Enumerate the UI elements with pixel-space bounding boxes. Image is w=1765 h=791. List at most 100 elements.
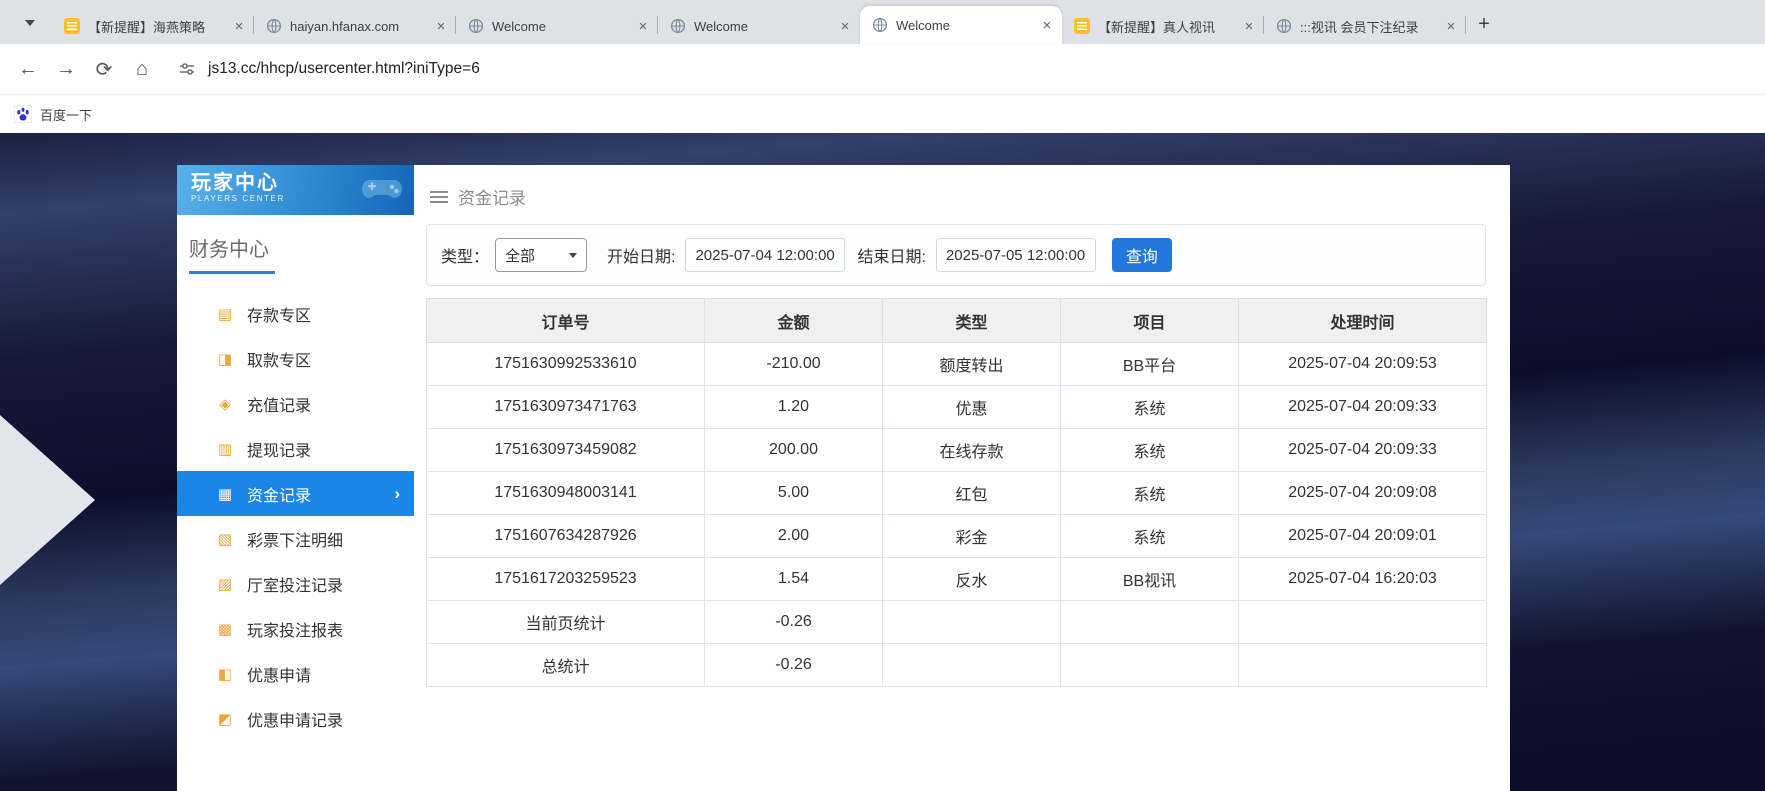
end-date-label: 结束日期:: [857, 243, 925, 267]
chevron-down-icon: [25, 20, 35, 26]
hall-bet-icon: ▨: [215, 575, 235, 593]
page-header: 资金记录: [426, 165, 1487, 224]
deposit-icon: ▤: [215, 305, 235, 323]
close-icon[interactable]: ×: [836, 17, 854, 35]
globe-icon: [872, 17, 888, 33]
start-date-input[interactable]: [685, 238, 845, 272]
tab-search-button[interactable]: [16, 9, 44, 37]
cell-type: 彩金: [883, 515, 1061, 558]
bookmark-label: 百度一下: [40, 105, 92, 124]
tab-2[interactable]: haiyan.hfanax.com ×: [254, 8, 456, 44]
cell-item: 系统: [1061, 429, 1239, 472]
cell-time: 2025-07-04 16:20:03: [1239, 558, 1487, 601]
cell-amount: 1.20: [705, 386, 883, 429]
sidebar-item-label: 存款专区: [247, 302, 311, 326]
cell-order-id: 1751630992533610: [427, 343, 705, 386]
query-button[interactable]: 查询: [1112, 238, 1172, 272]
tab-label: Welcome: [492, 19, 626, 34]
cell-order-id: 1751630948003141: [427, 472, 705, 515]
tab-4[interactable]: Welcome ×: [658, 8, 860, 44]
col-item: 项目: [1061, 299, 1239, 343]
sidebar-item-label: 优惠申请: [247, 662, 311, 686]
lottery-bet-icon: ▧: [215, 530, 235, 548]
address-bar[interactable]: js13.cc/hhcp/usercenter.html?iniType=6: [178, 51, 1755, 87]
cell-type: 优惠: [883, 386, 1061, 429]
page-background: 玩家中心 PLAYERS CENTER 财务中心 ▤ 存款专区 ◨ 取款专区 ◈…: [0, 133, 1765, 791]
yellow-message-icon: [64, 18, 80, 34]
cell-amount: -0.26: [705, 601, 883, 644]
close-icon[interactable]: ×: [634, 17, 652, 35]
table-row: 1751607634287926 2.00 彩金 系统 2025-07-04 2…: [427, 515, 1487, 558]
reload-button[interactable]: ⟳: [86, 51, 122, 87]
sidebar-item-label: 取款专区: [247, 347, 311, 371]
select-chevron-icon: [569, 253, 577, 258]
cell-amount: 5.00: [705, 472, 883, 515]
bookmark-baidu[interactable]: 百度一下: [14, 105, 92, 124]
type-label: 类型：: [441, 243, 489, 267]
hamburger-icon: [430, 190, 448, 204]
cell-time: 2025-07-04 20:09:08: [1239, 472, 1487, 515]
site-info-icon[interactable]: [178, 60, 196, 78]
sidebar-item-label: 资金记录: [247, 482, 311, 506]
close-icon[interactable]: ×: [230, 17, 248, 35]
start-date-label: 开始日期:: [607, 243, 675, 267]
forward-button[interactable]: →: [48, 51, 84, 87]
tab-5-active[interactable]: Welcome ×: [860, 6, 1062, 44]
content-panel: 玩家中心 PLAYERS CENTER 财务中心 ▤ 存款专区 ◨ 取款专区 ◈…: [177, 165, 1510, 791]
bookmarks-bar: 百度一下: [0, 94, 1765, 133]
col-amount: 金额: [705, 299, 883, 343]
tab-6[interactable]: 【新提醒】真人视讯 ×: [1062, 8, 1264, 44]
sidebar-item-label: 玩家投注报表: [247, 617, 343, 641]
yellow-message-icon: [1074, 18, 1090, 34]
close-icon[interactable]: ×: [1442, 17, 1460, 35]
cell-amount: 2.00: [705, 515, 883, 558]
tab-label: Welcome: [694, 19, 828, 34]
sidebar-item-withdraw-zone[interactable]: ◨ 取款专区: [177, 336, 414, 381]
cell-item: [1061, 644, 1239, 687]
new-tab-button[interactable]: +: [1470, 10, 1498, 38]
cell-time: 2025-07-04 20:09:33: [1239, 429, 1487, 472]
sidebar-item-promo-apply[interactable]: ◧ 优惠申请: [177, 651, 414, 696]
end-date-input[interactable]: [936, 238, 1096, 272]
cell-amount: -0.26: [705, 644, 883, 687]
sidebar-item-promo-records[interactable]: ◩ 优惠申请记录: [177, 696, 414, 741]
table-row-grand-total: 总统计 -0.26: [427, 644, 1487, 687]
type-select[interactable]: 全部: [495, 238, 587, 272]
sidebar-item-label: 提现记录: [247, 437, 311, 461]
sidebar-item-label: 彩票下注明细: [247, 527, 343, 551]
tab-label: :::视讯 会员下注纪录: [1300, 17, 1434, 36]
cell-item: 系统: [1061, 472, 1239, 515]
cell-time: [1239, 644, 1487, 687]
cell-type: [883, 601, 1061, 644]
cell-order-id: 1751607634287926: [427, 515, 705, 558]
tab-7[interactable]: :::视讯 会员下注纪录 ×: [1264, 8, 1466, 44]
sidebar-item-recharge-records[interactable]: ◈ 充值记录: [177, 381, 414, 426]
sidebar-item-fund-records[interactable]: ▦ 资金记录 ›: [177, 471, 414, 516]
sidebar: 玩家中心 PLAYERS CENTER 财务中心 ▤ 存款专区 ◨ 取款专区 ◈…: [177, 165, 414, 791]
cell-order-id: 1751630973459082: [427, 429, 705, 472]
tab-label: 【新提醒】真人视讯: [1098, 17, 1232, 36]
tab-label: haiyan.hfanax.com: [290, 19, 424, 34]
home-button[interactable]: ⌂: [124, 51, 160, 87]
sidebar-item-hall-bet-records[interactable]: ▨ 厅室投注记录: [177, 561, 414, 606]
table-row-page-total: 当前页统计 -0.26: [427, 601, 1487, 644]
cell-type: 在线存款: [883, 429, 1061, 472]
sidebar-item-lottery-bet-details[interactable]: ▧ 彩票下注明细: [177, 516, 414, 561]
col-type: 类型: [883, 299, 1061, 343]
tab-1[interactable]: 【新提醒】海燕策略 ×: [52, 8, 254, 44]
main-content: 资金记录 类型： 全部 开始日期: 结束日期: 查询 订单号: [414, 165, 1511, 791]
close-icon[interactable]: ×: [1240, 17, 1258, 35]
navigation-bar: ← → ⟳ ⌂ js13.cc/hhcp/usercenter.html?ini…: [0, 44, 1765, 94]
close-icon[interactable]: ×: [1038, 16, 1056, 34]
col-time: 处理时间: [1239, 299, 1487, 343]
sidebar-item-player-bet-report[interactable]: ▩ 玩家投注报表: [177, 606, 414, 651]
sidebar-item-withdrawal-records[interactable]: ▥ 提现记录: [177, 426, 414, 471]
close-icon[interactable]: ×: [432, 17, 450, 35]
tab-label: Welcome: [896, 18, 1030, 33]
recharge-record-icon: ◈: [215, 395, 235, 413]
decorative-triangle: [0, 415, 95, 585]
tab-3[interactable]: Welcome ×: [456, 8, 658, 44]
back-button[interactable]: ←: [10, 51, 46, 87]
cell-order-id: 1751630973471763: [427, 386, 705, 429]
sidebar-item-deposit-zone[interactable]: ▤ 存款专区: [177, 291, 414, 336]
